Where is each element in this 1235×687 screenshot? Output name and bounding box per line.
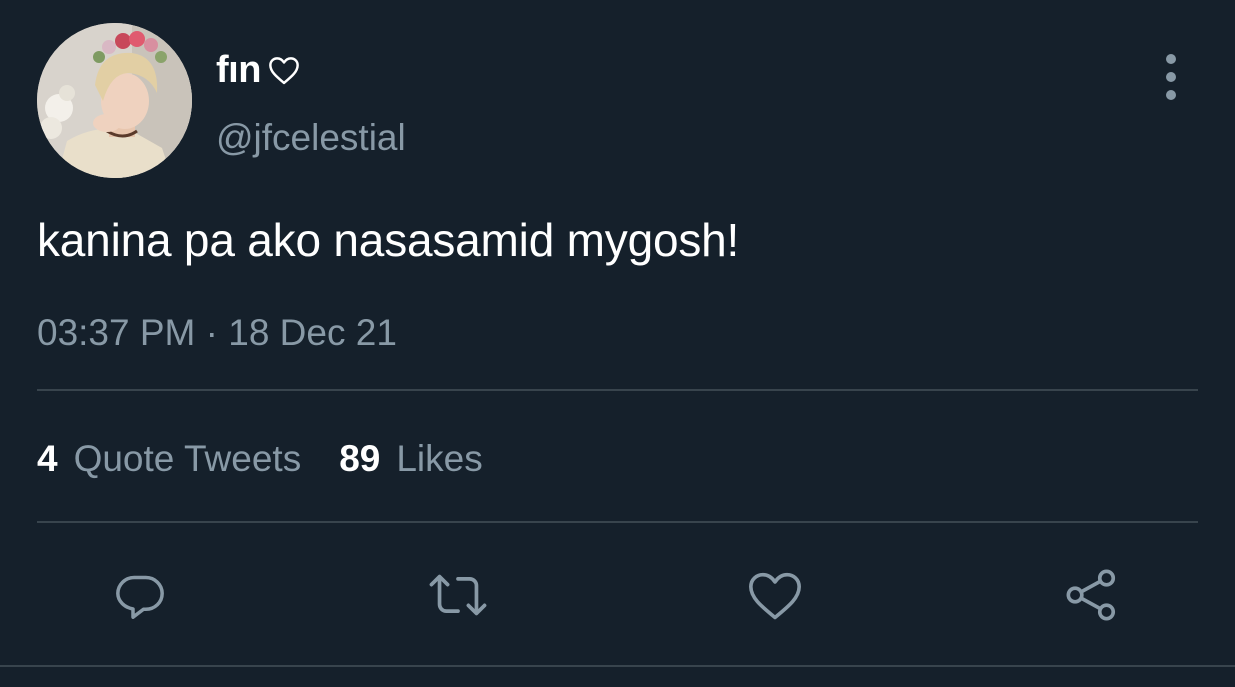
quote-tweets-stat[interactable]: 4 Quote Tweets — [37, 438, 301, 480]
divider — [0, 665, 1235, 667]
author-display-name[interactable]: fın — [216, 48, 301, 92]
avatar-photo — [37, 23, 192, 178]
retweet-button[interactable] — [428, 565, 488, 625]
retweet-icon — [429, 574, 487, 616]
heart-outline-icon — [267, 55, 301, 85]
more-dot — [1166, 54, 1176, 64]
reply-button[interactable] — [110, 565, 170, 625]
author-handle[interactable]: @jfcelestial — [216, 117, 406, 159]
more-vertical-icon[interactable] — [1155, 54, 1187, 100]
share-button[interactable] — [1062, 565, 1122, 625]
like-button[interactable] — [745, 565, 805, 625]
like-icon — [749, 572, 801, 620]
avatar[interactable] — [37, 23, 192, 178]
tweet-detail: fın @jfcelestial kanina pa ako nasasamid… — [0, 0, 1235, 687]
divider — [37, 389, 1198, 391]
likes-label: Likes — [396, 438, 483, 479]
likes-count: 89 — [339, 438, 381, 479]
reply-icon — [116, 575, 164, 619]
quote-tweets-label: Quote Tweets — [73, 438, 302, 479]
share-icon — [1066, 569, 1116, 621]
tweet-text: kanina pa ako nasasamid mygosh! — [37, 214, 740, 266]
more-dot — [1166, 72, 1176, 82]
tweet-stats: 4 Quote Tweets 89 Likes — [37, 438, 483, 480]
quote-tweets-count: 4 — [37, 438, 58, 479]
tweet-timestamp[interactable]: 03:37 PM · 18 Dec 21 — [37, 312, 397, 354]
more-dot — [1166, 90, 1176, 100]
display-name-text: fın — [216, 48, 261, 91]
divider — [37, 521, 1198, 523]
likes-stat[interactable]: 89 Likes — [339, 438, 483, 480]
